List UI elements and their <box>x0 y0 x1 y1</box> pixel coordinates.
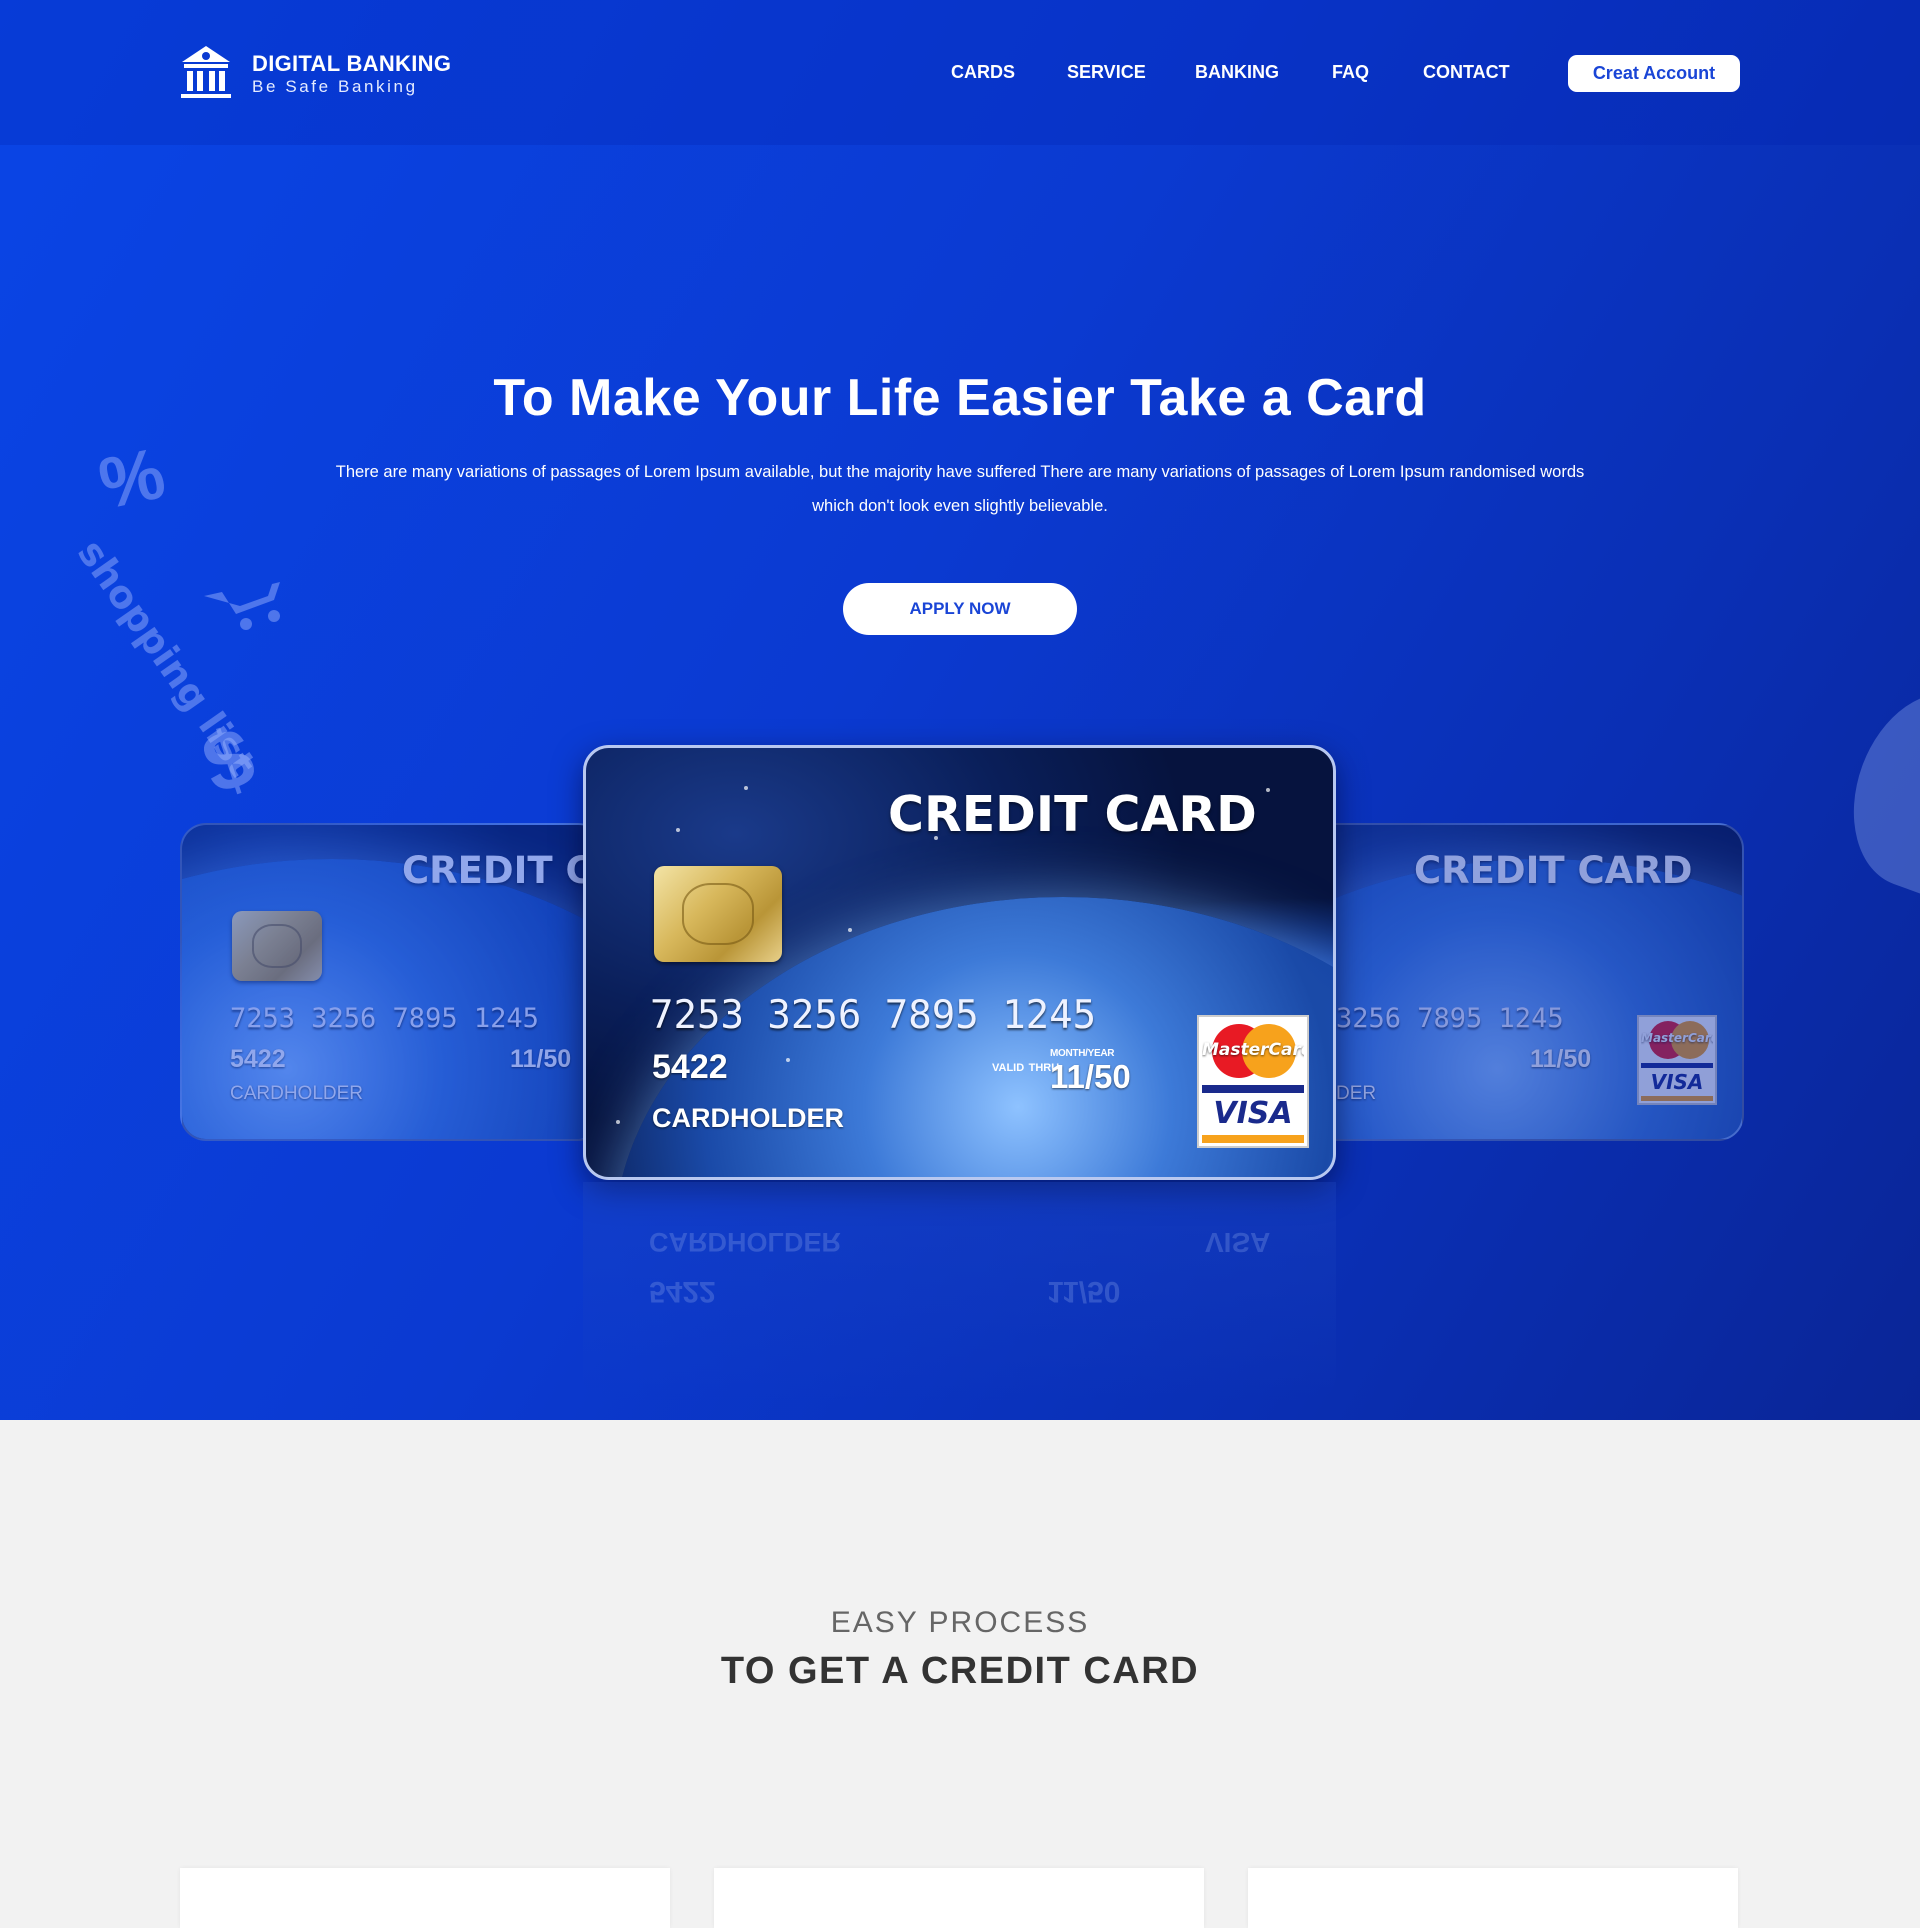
card-number: 3256 7895 1245 <box>1336 1003 1564 1034</box>
process-title: TO GET A CREDIT CARD <box>720 1650 1200 1692</box>
reflected-expiry: 11/50 <box>1047 1275 1121 1308</box>
decorative-blob <box>1828 672 1920 908</box>
hero-section: DIGITAL BANKING Be Safe Banking CARDS SE… <box>0 0 1920 1420</box>
hero-description: There are many variations of passages of… <box>335 463 1585 515</box>
mastercard-logo: MasterCard <box>1641 1019 1713 1061</box>
reflected-visa: VISA <box>1205 1227 1271 1258</box>
card-brand-logos: MasterCard VISA <box>1637 1015 1717 1105</box>
apply-now-button[interactable]: APPLY NOW <box>843 583 1077 635</box>
shopping-cart-icon <box>204 582 280 630</box>
process-label: EASY PROCESS <box>830 1606 1090 1639</box>
credit-card-main: CREDIT CARD 7253 3256 7895 1245 5422 MON… <box>583 745 1336 1180</box>
card-expiry: 11/50 <box>1050 1058 1131 1095</box>
card-number: 7253 3256 7895 1245 <box>230 1003 539 1034</box>
bank-building-icon <box>181 46 231 98</box>
card-expiry: 11/50 <box>510 1045 572 1073</box>
nav-item-faq[interactable]: FAQ <box>1332 62 1369 83</box>
visa-label: VISA <box>1650 1070 1704 1094</box>
nav-item-service[interactable]: SERVICE <box>1067 62 1146 83</box>
credit-card-left: CREDIT C 7253 3256 7895 1245 5422 11/50 … <box>180 823 604 1141</box>
nav-item-contact[interactable]: CONTACT <box>1423 62 1510 83</box>
brand-tagline: Be Safe Banking <box>252 77 418 96</box>
mastercard-label: MasterCard <box>1641 1031 1713 1045</box>
process-step-card <box>1248 1868 1738 1928</box>
chip-icon <box>232 911 322 981</box>
mastercard-label: MasterCard <box>1202 1040 1304 1060</box>
process-step-card <box>714 1868 1204 1928</box>
card-reflection: CARDHOLDER 5422 11/50 VISA <box>583 1182 1336 1402</box>
chip-icon <box>654 866 782 962</box>
card-short-number: 5422 <box>230 1045 286 1073</box>
mastercard-logo: MasterCard <box>1202 1020 1304 1082</box>
card-title: CREDIT C <box>402 849 593 892</box>
card-holder: CARDHOLDER <box>230 1083 364 1104</box>
reflected-cardholder: CARDHOLDER <box>649 1227 841 1257</box>
nav-item-banking[interactable]: BANKING <box>1195 62 1279 83</box>
process-step-card <box>180 1868 670 1928</box>
card-holder: DER <box>1336 1083 1377 1104</box>
visa-label: VISA <box>1213 1096 1293 1131</box>
nav-item-cards[interactable]: CARDS <box>951 62 1015 83</box>
credit-card-right: CREDIT CARD 3256 7895 1245 11/50 DER Mas… <box>1300 823 1744 1141</box>
card-expiry: 11/50 <box>1530 1045 1592 1073</box>
create-account-button[interactable]: Creat Account <box>1568 55 1740 92</box>
reflected-short-number: 5422 <box>649 1275 716 1308</box>
percent-icon: % <box>92 433 172 525</box>
brand-title: DIGITAL BANKING <box>252 51 452 76</box>
card-title: CREDIT CARD <box>1414 849 1693 892</box>
card-holder: CARDHOLDER <box>652 1103 844 1133</box>
visa-logo: VISA <box>1202 1085 1304 1143</box>
card-brand-logos: MasterCard VISA <box>1197 1015 1309 1148</box>
card-number: 7253 3256 7895 1245 <box>650 993 1097 1038</box>
brand-logo[interactable]: DIGITAL BANKING Be Safe Banking <box>178 44 451 104</box>
card-title: CREDIT CARD <box>888 786 1257 843</box>
card-short-number: 5422 <box>652 1048 728 1086</box>
visa-logo: VISA <box>1641 1063 1713 1101</box>
hero-title: To Make Your Life Easier Take a Card <box>493 369 1427 427</box>
valid-label: VALID <box>992 1062 1025 1075</box>
